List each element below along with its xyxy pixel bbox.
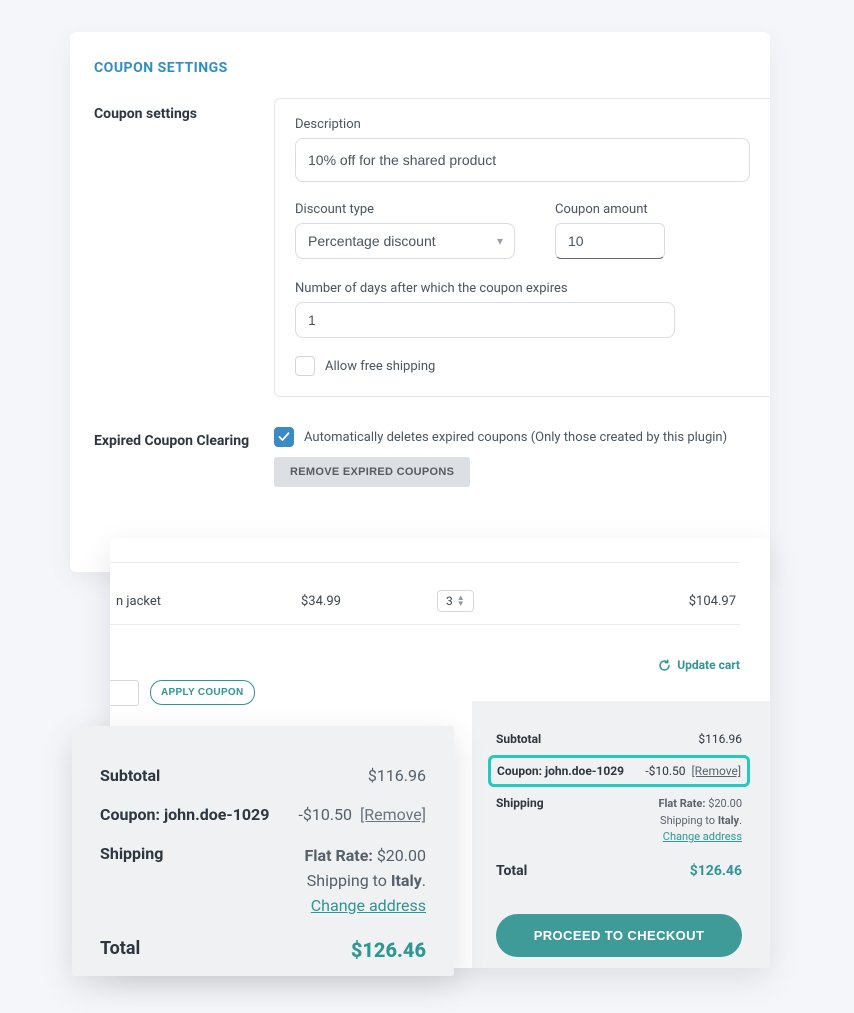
check-icon bbox=[278, 431, 290, 443]
proceed-to-checkout-button[interactable]: PROCEED TO CHECKOUT bbox=[496, 914, 742, 957]
update-cart-button[interactable]: Update cart bbox=[658, 658, 740, 672]
refresh-icon bbox=[658, 659, 671, 672]
zoom-total-label: Total bbox=[100, 938, 140, 959]
cart-item-name: n jacket bbox=[110, 594, 161, 609]
apply-coupon-button[interactable]: APPLY COUPON bbox=[150, 680, 255, 705]
coupon-code-input[interactable] bbox=[110, 680, 139, 706]
panel-title: COUPON SETTINGS bbox=[70, 60, 770, 98]
shipping-label: Shipping bbox=[496, 796, 544, 810]
cart-item-line-total: $104.97 bbox=[689, 594, 740, 609]
zoom-flat-rate-value: $20.00 bbox=[377, 846, 426, 865]
spinner-icons: ▲▼ bbox=[457, 595, 465, 607]
allow-free-shipping-label: Allow free shipping bbox=[325, 359, 435, 374]
cart-item-row: n jacket $34.99 3 ▲▼ $104.97 bbox=[110, 590, 740, 612]
change-address-link[interactable]: Change address bbox=[663, 830, 742, 843]
description-input[interactable] bbox=[295, 138, 750, 182]
divider bbox=[110, 624, 740, 625]
allow-free-shipping-checkbox[interactable] bbox=[295, 356, 315, 376]
discount-type-select[interactable] bbox=[295, 223, 515, 259]
discount-type-label: Discount type bbox=[295, 202, 515, 217]
coupon-settings-fields: Description Discount type ▾ Coupon amoun… bbox=[274, 98, 770, 397]
remove-expired-coupons-button[interactable]: REMOVE EXPIRED COUPONS bbox=[274, 457, 470, 487]
subtotal-label: Subtotal bbox=[496, 732, 541, 746]
coupon-discount-value: -$10.50 bbox=[645, 764, 685, 778]
coupon-amount-input[interactable] bbox=[555, 223, 665, 259]
zoom-subtotal-label: Subtotal bbox=[100, 766, 160, 785]
coupon-amount-label: Coupon amount bbox=[555, 202, 750, 217]
zoom-shipping-to-prefix: Shipping to bbox=[307, 871, 391, 890]
expired-clearing-section-label: Expired Coupon Clearing bbox=[94, 427, 274, 449]
flat-rate-label: Flat Rate: bbox=[658, 797, 705, 810]
cart-item-price: $34.99 bbox=[301, 594, 341, 609]
total-value: $126.46 bbox=[690, 863, 742, 879]
update-cart-label: Update cart bbox=[677, 658, 740, 672]
cart-totals-box: Subtotal $116.96 Coupon: john.doe-1029 -… bbox=[472, 701, 770, 968]
zoom-shipping-country: Italy bbox=[391, 871, 422, 890]
auto-delete-label: Automatically deletes expired coupons (O… bbox=[304, 430, 727, 445]
coupon-highlight: Coupon: john.doe-1029 -$10.50 [Remove] bbox=[488, 755, 750, 787]
zoom-shipping-label: Shipping bbox=[100, 844, 163, 863]
zoom-flat-rate-label: Flat Rate: bbox=[305, 846, 373, 865]
zoom-remove-coupon-link[interactable]: [Remove] bbox=[360, 805, 426, 824]
auto-delete-checkbox[interactable] bbox=[274, 427, 294, 447]
total-label: Total bbox=[496, 863, 527, 879]
coupon-settings-panel: COUPON SETTINGS Coupon settings Descript… bbox=[70, 32, 770, 572]
zoom-total-value: $126.46 bbox=[351, 938, 426, 962]
flat-rate-value: $20.00 bbox=[708, 797, 742, 810]
zoom-coupon-value: -$10.50 bbox=[298, 805, 352, 824]
cart-totals-zoom: Subtotal $116.96 Coupon: john.doe-1029 -… bbox=[72, 726, 454, 976]
expire-days-input[interactable] bbox=[295, 302, 675, 338]
shipping-to-prefix: Shipping to bbox=[660, 814, 718, 827]
coupon-settings-section-label: Coupon settings bbox=[70, 98, 274, 397]
zoom-subtotal-value: $116.96 bbox=[368, 766, 426, 785]
subtotal-value: $116.96 bbox=[698, 732, 742, 746]
coupon-row-label: Coupon: john.doe-1029 bbox=[497, 764, 624, 778]
shipping-country: Italy bbox=[718, 814, 739, 827]
zoom-change-address-link[interactable]: Change address bbox=[311, 896, 426, 915]
remove-coupon-link[interactable]: [Remove] bbox=[692, 764, 742, 778]
quantity-stepper[interactable]: 3 ▲▼ bbox=[437, 590, 474, 612]
expire-days-label: Number of days after which the coupon ex… bbox=[295, 281, 750, 296]
quantity-value: 3 bbox=[446, 594, 453, 608]
description-label: Description bbox=[295, 117, 750, 132]
divider bbox=[110, 562, 740, 563]
zoom-coupon-label: Coupon: john.doe-1029 bbox=[100, 805, 269, 824]
